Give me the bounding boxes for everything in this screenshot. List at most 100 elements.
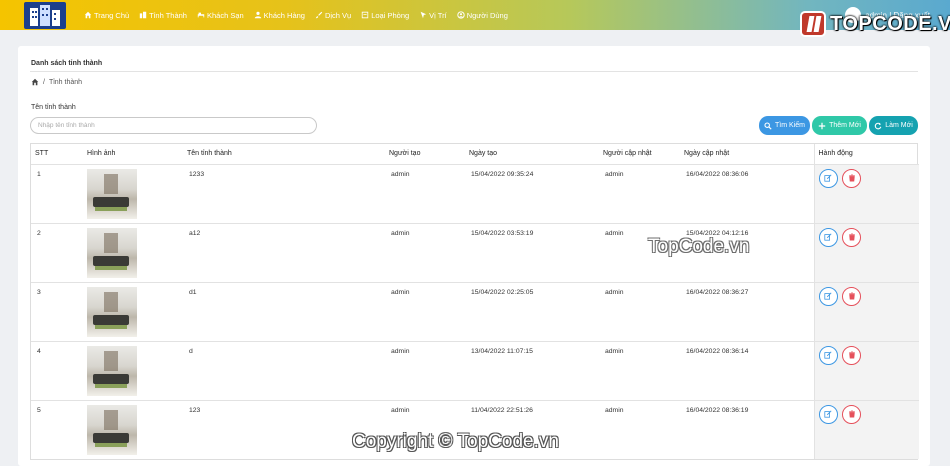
cell-image: [83, 341, 183, 401]
edit-button[interactable]: [818, 404, 838, 424]
nav-item-label: Loại Phòng: [371, 10, 410, 20]
cell-stt: 3: [31, 282, 83, 342]
table-header-row: STT Hình ảnh Tên tỉnh thành Người tạo Ng…: [31, 144, 919, 165]
location-icon: [420, 11, 427, 19]
cell-name: d1: [183, 282, 385, 342]
edit-button[interactable]: [818, 286, 838, 306]
nav-item-label: Khách Hàng: [263, 10, 305, 20]
nav-item-label: Tỉnh Thành: [149, 10, 187, 20]
breadcrumb-separator: /: [43, 78, 45, 86]
edit-icon: [824, 292, 832, 300]
col-header-name[interactable]: Tên tỉnh thành: [183, 144, 385, 165]
table-row: 3 d1 admin 15/04/2022 02:25:05 admin 16/…: [31, 282, 919, 342]
main-nav: Trang Chủ Tỉnh Thành Khách Sạn Khách Hàn…: [84, 0, 518, 30]
refresh-icon: [875, 122, 882, 129]
search-button[interactable]: Tìm Kiếm: [759, 116, 810, 135]
cell-created: 15/04/2022 02:25:05: [465, 282, 599, 342]
province-thumbnail: [87, 227, 137, 278]
nav-item-label: Trang Chủ: [94, 10, 130, 20]
search-button-label: Tìm Kiếm: [775, 122, 805, 129]
provinces-card: Danh sách tỉnh thành / Tỉnh thành Tên tỉ…: [18, 46, 930, 466]
delete-button[interactable]: [842, 286, 862, 306]
delete-button[interactable]: [842, 345, 862, 365]
search-icon: [764, 121, 772, 130]
cell-image: [83, 400, 183, 459]
cell-updated: 16/04/2022 08:36:06: [680, 164, 814, 224]
cell-updater: admin: [599, 341, 680, 401]
cell-creator: admin: [385, 223, 465, 283]
user-icon: [254, 11, 261, 19]
city-icon: [139, 11, 147, 19]
cell-updated: 16/04/2022 08:36:27: [680, 282, 814, 342]
cell-created: 15/04/2022 03:53:19: [465, 223, 599, 283]
cell-stt: 4: [31, 341, 83, 401]
nav-item-provinces[interactable]: Tỉnh Thành: [139, 11, 187, 20]
nav-item-label: Người Dùng: [466, 10, 508, 20]
edit-icon: [824, 233, 832, 241]
watermark-center: TopCode.vn: [648, 236, 750, 257]
col-header-creator[interactable]: Người tạo: [385, 144, 465, 165]
cell-created: 15/04/2022 09:35:24: [465, 164, 599, 224]
breadcrumb-current: Tỉnh thành: [48, 78, 83, 86]
divider: [30, 71, 918, 72]
brand-watermark: TOPCODE.VN: [800, 11, 950, 37]
nav-item-hotels[interactable]: Khách Sạn: [197, 11, 244, 20]
nav-item-home[interactable]: Trang Chủ: [84, 11, 129, 20]
cell-creator: admin: [385, 164, 465, 224]
cell-creator: admin: [385, 341, 465, 401]
cell-creator: admin: [385, 282, 465, 342]
edit-icon: [824, 351, 832, 359]
cell-created: 13/04/2022 11:07:15: [465, 341, 599, 401]
trash-icon: [849, 351, 855, 359]
nav-item-label: Khách Sạn: [206, 10, 244, 20]
province-thumbnail: [87, 286, 137, 337]
cell-updated: 16/04/2022 08:36:19: [686, 406, 749, 414]
nav-item-services[interactable]: Dịch Vụ: [315, 11, 351, 20]
edit-button[interactable]: [818, 345, 838, 365]
delete-button[interactable]: [842, 168, 862, 188]
nav-item-users[interactable]: Người Dùng: [457, 11, 508, 20]
home-icon[interactable]: [31, 78, 39, 86]
cell-actions: [813, 400, 919, 459]
cell-image: [83, 164, 183, 224]
nav-item-room-types[interactable]: Loại Phòng: [361, 11, 409, 20]
col-header-created[interactable]: Ngày tạo: [465, 144, 599, 165]
nav-item-locations[interactable]: Vị Trí: [419, 11, 447, 20]
cell-stt: 1: [31, 164, 83, 224]
nav-item-label: Vị Trí: [429, 10, 447, 20]
table-row: 2 a12 admin 15/04/2022 03:53:19 admin 15…: [31, 223, 919, 283]
provinces-table: STT Hình ảnh Tên tỉnh thành Người tạo Ng…: [30, 143, 919, 460]
province-name-input[interactable]: [30, 117, 317, 134]
cell-actions: [813, 282, 919, 342]
brand-logo-icon: [800, 11, 826, 37]
cell-updater: admin: [599, 164, 680, 224]
page-title: Danh sách tỉnh thành: [31, 60, 103, 67]
col-header-updater[interactable]: Người cập nhật: [599, 144, 680, 165]
col-header-stt[interactable]: STT: [31, 144, 83, 165]
cell-updated: 16/04/2022 08:36:14: [680, 341, 814, 401]
trash-icon: [849, 410, 855, 418]
province-thumbnail: [87, 168, 137, 219]
brush-icon: [315, 11, 323, 19]
home-icon: [84, 11, 92, 19]
col-header-image[interactable]: Hình ảnh: [83, 144, 183, 165]
trash-icon: [849, 233, 855, 241]
hotel-logo[interactable]: [24, 2, 66, 29]
breadcrumb: / Tỉnh thành: [31, 78, 82, 86]
cell-stt: 2: [31, 223, 83, 283]
cell-name: 1233: [183, 164, 385, 224]
cell-actions: [813, 164, 919, 224]
cell-image: [83, 223, 183, 283]
add-button[interactable]: Thêm Mới: [812, 116, 867, 135]
edit-button[interactable]: [818, 227, 838, 247]
col-header-updated[interactable]: Ngày cập nhật: [680, 144, 814, 165]
cell-updater: admin: [599, 282, 680, 342]
nav-item-customers[interactable]: Khách Hàng: [254, 11, 305, 20]
edit-button[interactable]: [818, 168, 838, 188]
province-thumbnail: [87, 345, 137, 396]
nav-item-label: Dịch Vụ: [324, 10, 352, 20]
delete-button[interactable]: [842, 227, 862, 247]
delete-button[interactable]: [842, 404, 862, 424]
edit-icon: [824, 174, 832, 182]
reset-button[interactable]: Làm Mới: [869, 116, 918, 135]
